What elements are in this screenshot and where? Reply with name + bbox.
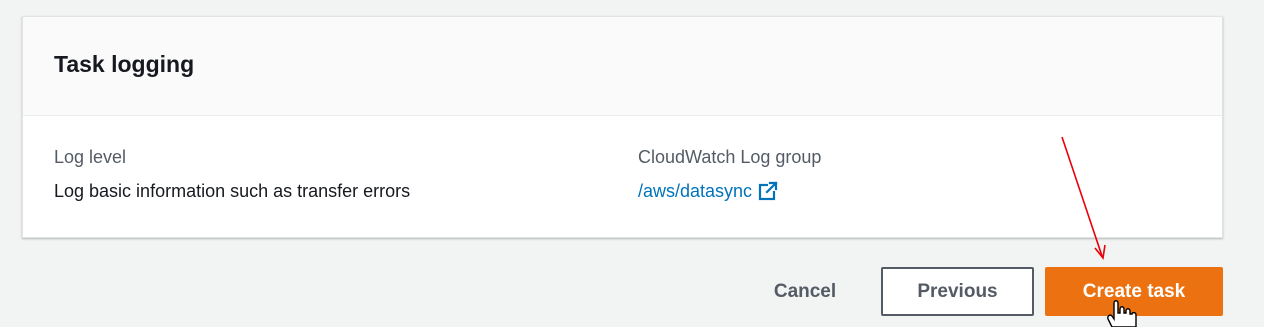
log-group-link[interactable]: /aws/datasync (638, 180, 778, 202)
create-task-button[interactable]: Create task (1045, 267, 1223, 316)
external-link-icon (758, 181, 778, 201)
log-level-label: Log level (54, 147, 127, 167)
panel-title: Task logging (54, 51, 195, 77)
cancel-button[interactable]: Cancel (752, 267, 858, 316)
log-level-value: Log basic information such as transfer e… (54, 181, 411, 201)
task-logging-panel: Task logging Log level Log basic informa… (22, 16, 1223, 238)
log-group-label: CloudWatch Log group (638, 147, 822, 167)
log-group-link-text: /aws/datasync (638, 181, 753, 201)
previous-button[interactable]: Previous (881, 267, 1034, 316)
panel-header: Task logging (23, 17, 1222, 116)
